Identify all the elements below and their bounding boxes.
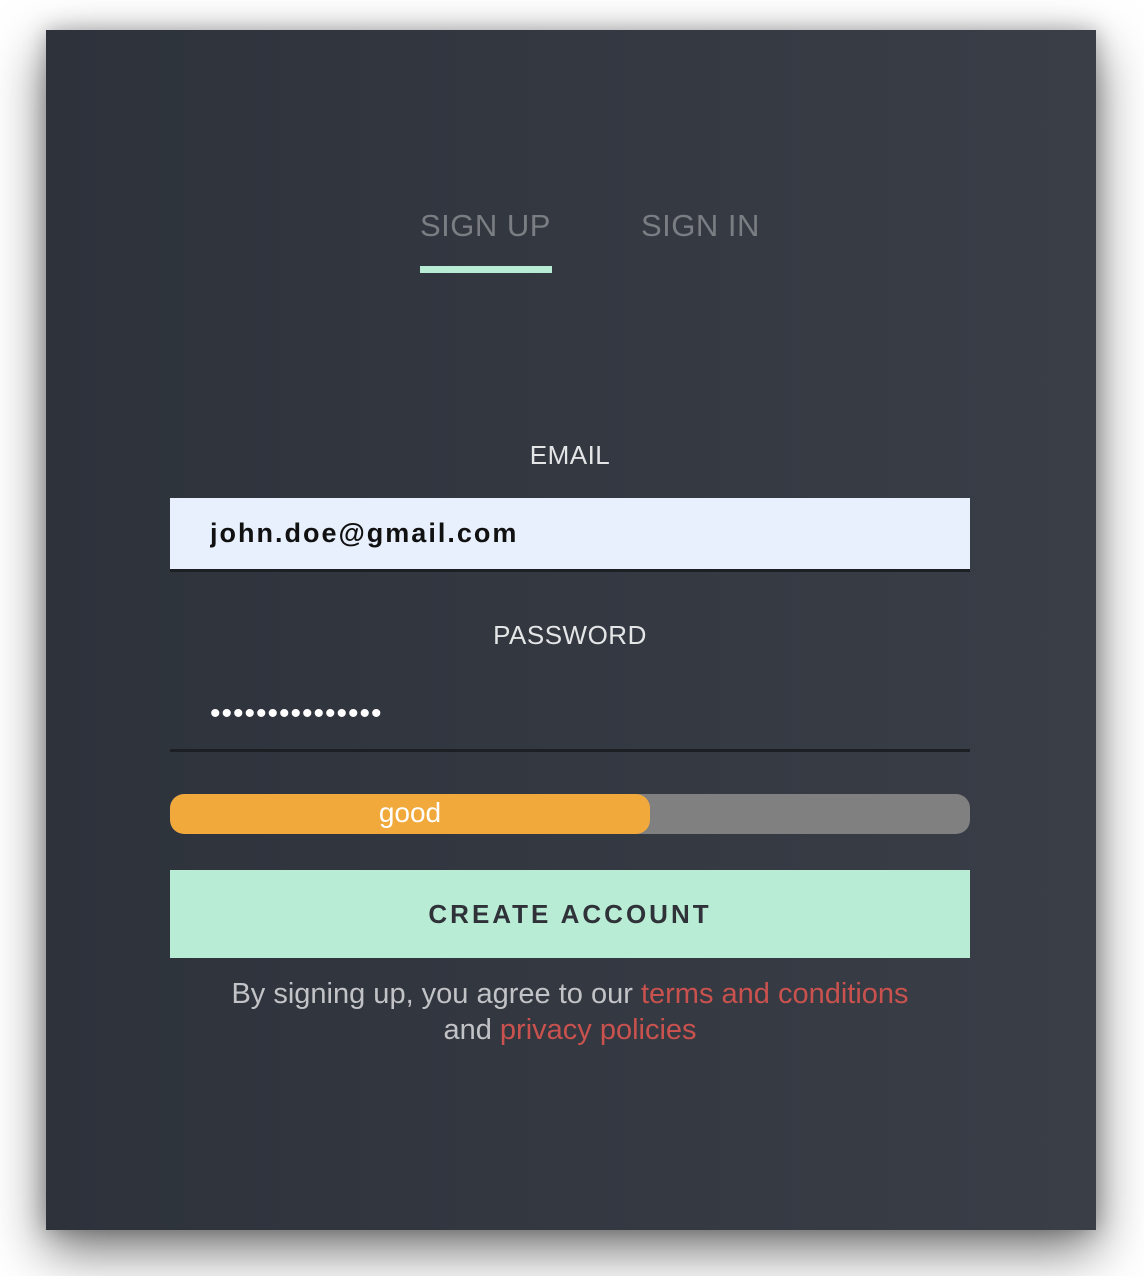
password-strength-fill: good [170, 794, 650, 834]
create-account-button[interactable]: CREATE ACCOUNT [170, 870, 970, 958]
password-label: PASSWORD [493, 620, 647, 650]
tab-sign-in[interactable]: SIGN IN [641, 208, 760, 244]
email-field[interactable] [170, 498, 970, 572]
terms-link[interactable]: terms and conditions [641, 978, 909, 1010]
terms-prefix: By signing up, you agree to our [231, 978, 633, 1010]
signup-card: SIGN UP SIGN IN EMAIL PASSWORD good CREA… [46, 30, 1096, 1230]
auth-tabs: SIGN UP SIGN IN [46, 208, 1096, 278]
terms-notice: By signing up, you agree to our terms an… [170, 976, 970, 1048]
active-tab-indicator [420, 266, 552, 273]
privacy-link[interactable]: privacy policies [500, 1014, 697, 1046]
password-strength-label: good [378, 797, 442, 828]
email-label: EMAIL [529, 440, 611, 470]
terms-middle: and [443, 1014, 492, 1046]
password-strength-meter: good [170, 794, 970, 834]
tab-sign-up[interactable]: SIGN UP [420, 208, 551, 244]
password-field[interactable] [170, 678, 970, 752]
